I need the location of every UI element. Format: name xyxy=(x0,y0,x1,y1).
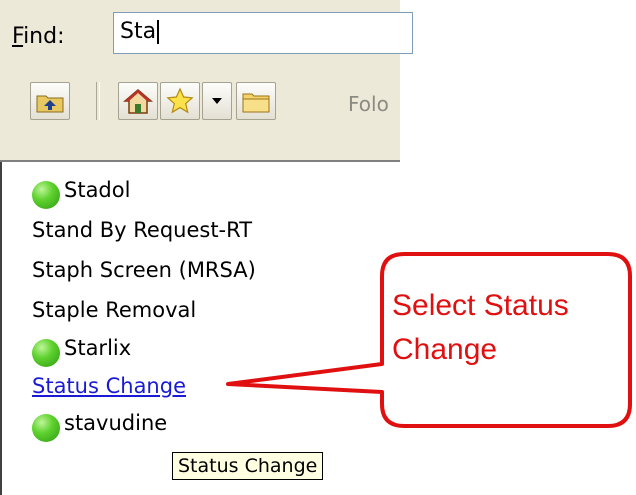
callout-bubble xyxy=(226,252,632,428)
callout-text: Select Status Change xyxy=(392,289,569,366)
